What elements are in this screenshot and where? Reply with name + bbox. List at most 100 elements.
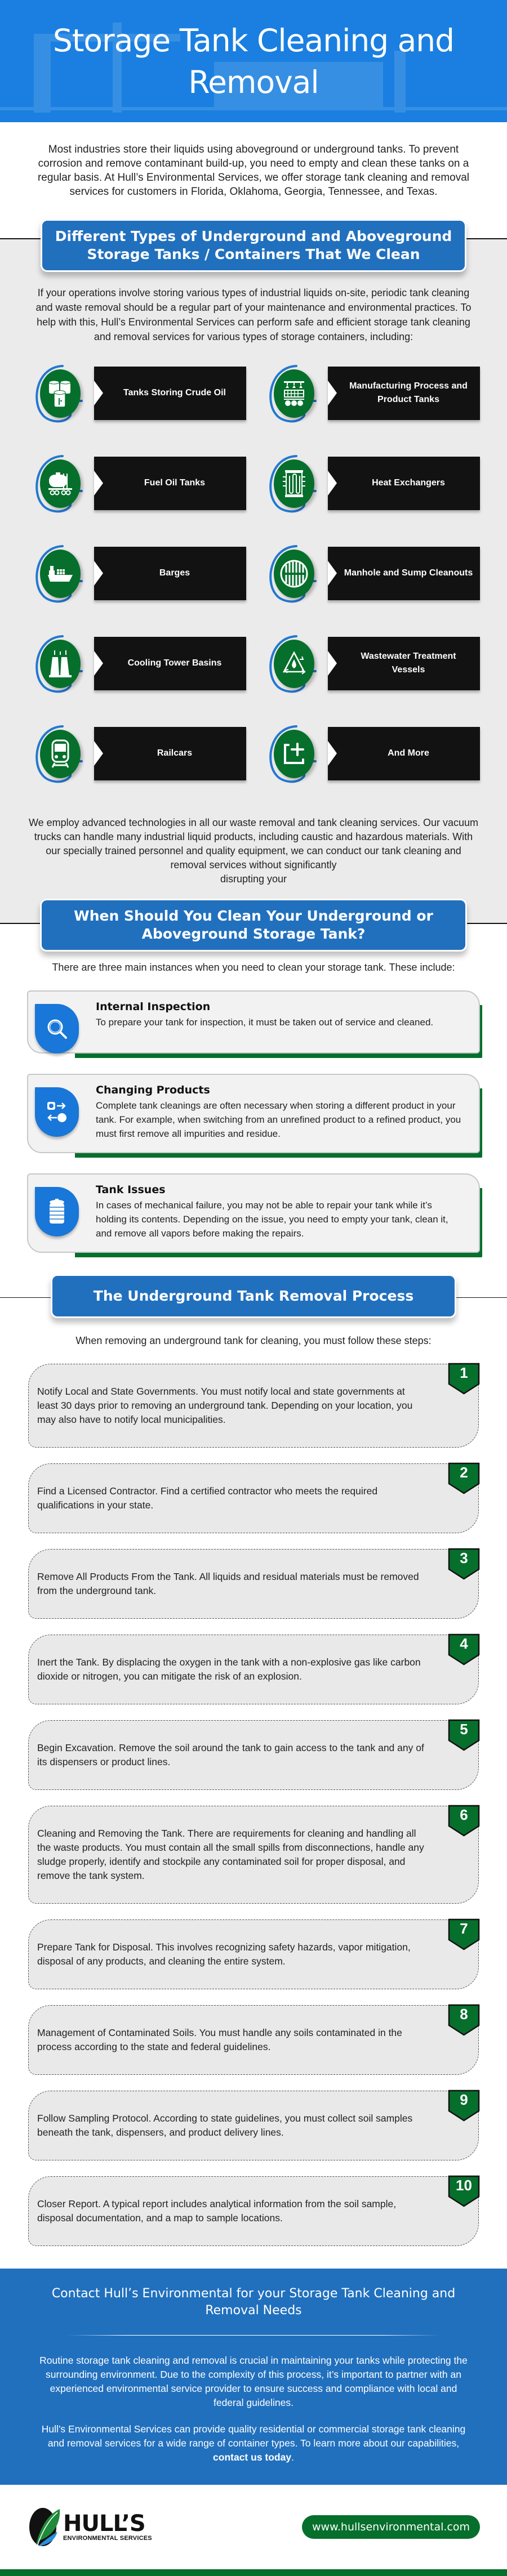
heat-exchanger-icon <box>274 459 314 508</box>
barge-icon <box>40 550 81 598</box>
card-title: Tank Issues <box>96 1184 166 1196</box>
add-more-icon <box>274 730 314 778</box>
contact-divider <box>68 2335 439 2336</box>
logo-wordmark: HULL’S <box>63 2511 146 2537</box>
process-step: 1 Notify Local and State Governments. You… <box>28 1363 480 1448</box>
tank-type-label: Fuel Oil Tanks <box>94 456 246 510</box>
contact-section: Contact Hull’s Environmental for your St… <box>0 2269 507 2485</box>
icon-badge <box>31 632 94 695</box>
technologies-text-tail: disrupting your <box>220 873 287 885</box>
tank-type-label: And More <box>328 726 480 780</box>
card-text: To prepare your tank for inspection, it … <box>96 1017 434 1028</box>
water-recycle-icon <box>274 640 314 688</box>
cooling-tower-icon <box>40 640 81 688</box>
step-text: Begin Excavation. Remove the soil around… <box>37 1742 424 1767</box>
footer: HULL’S ENVIRONMENTAL SERVICES www.hullse… <box>0 2485 507 2569</box>
icon-badge <box>31 452 94 515</box>
step-text: Find a Licensed Contractor. Find a certi… <box>37 1485 378 1511</box>
step-number: 6 <box>460 1806 468 1823</box>
step-number-badge: 3 <box>448 1548 480 1580</box>
tank-types-heading: Different Types of Underground and Above… <box>41 219 466 272</box>
step-text: Closer Report. A typical report includes… <box>37 2198 397 2224</box>
tank-icon <box>35 1187 79 1236</box>
process-step: 7 Prepare Tank for Disposal. This involve… <box>28 1918 480 1989</box>
tank-type-item: Barges <box>31 542 246 604</box>
page-title: Storage Tank Cleaning and Removal <box>52 22 455 100</box>
step-text: Prepare Tank for Disposal. This involves… <box>37 1941 411 1967</box>
step-number-badge: 8 <box>448 2004 480 2036</box>
process-heading: The Underground Tank Removal Process <box>51 1274 456 1318</box>
oil-tanks-icon <box>40 369 81 418</box>
when-intro: There are three main instances when you … <box>52 962 455 973</box>
process-step: 6 Cleaning and Removing the Tank. There a… <box>28 1805 480 1904</box>
company-logo: HULL’S ENVIRONMENTAL SERVICES <box>28 2507 152 2547</box>
website-link-button[interactable]: www.hullsenvironmental.com <box>302 2515 480 2539</box>
step-number-badge: 4 <box>448 1633 480 1666</box>
icon-badge <box>265 722 328 785</box>
contact-heading: Contact Hull’s Environmental for your St… <box>51 2287 456 2318</box>
step-text: Management of Contaminated Soils. You mu… <box>37 2027 402 2052</box>
logo-subtitle: ENVIRONMENTAL SERVICES <box>63 2535 152 2542</box>
process-step: 10 Closer Report. A typical report includ… <box>28 2175 480 2246</box>
when-section: There are three main instances when you … <box>0 957 507 1257</box>
tank-type-label: Manufacturing Process and Product Tanks <box>328 366 480 420</box>
step-number: 5 <box>460 1721 468 1738</box>
tank-type-label: Manhole and Sump Cleanouts <box>328 546 480 600</box>
when-card: Internal Inspection To prepare your tank … <box>27 990 482 1058</box>
intro-paragraph: Most industries store their liquids usin… <box>37 144 470 198</box>
infographic-page: Storage Tank Cleaning and Removal Most i… <box>0 0 507 2576</box>
process-step: 9 Follow Sampling Protocol. According to … <box>28 2090 480 2160</box>
contact-paragraph-2: Hull’s Environmental Services can provid… <box>41 2423 466 2463</box>
process-intro: When removing an underground tank for cl… <box>75 1335 432 1346</box>
card-body: Changing Products Complete tank cleanings… <box>27 1074 480 1153</box>
step-number: 8 <box>460 2006 468 2023</box>
process-step: 4 Inert the Tank. By displacing the oxyge… <box>28 1633 480 1704</box>
technologies-paragraph: We employ advanced technologies in all o… <box>0 784 507 899</box>
card-text: In cases of mechanical failure, you may … <box>96 1200 448 1239</box>
swap-icon <box>35 1087 79 1137</box>
icon-badge <box>265 542 328 605</box>
step-number: 1 <box>460 1364 468 1381</box>
tank-type-item: Fuel Oil Tanks <box>31 452 246 514</box>
technologies-text: We employ advanced technologies in all o… <box>28 817 479 870</box>
train-icon <box>40 730 81 778</box>
step-number: 2 <box>460 1464 468 1481</box>
step-text: Follow Sampling Protocol. According to s… <box>37 2113 413 2138</box>
step-number: 10 <box>456 2177 472 2194</box>
footer-strip <box>0 2569 507 2576</box>
icon-badge <box>265 361 328 425</box>
contact-us-link[interactable]: contact us today <box>213 2452 291 2463</box>
icon-badge <box>265 632 328 695</box>
card-body: Tank Issues In cases of mechanical failur… <box>27 1173 480 1253</box>
manhole-icon <box>274 550 314 598</box>
step-text: Cleaning and Removing the Tank. There ar… <box>37 1828 424 1881</box>
leaf-logo-icon <box>29 2508 60 2547</box>
when-heading: When Should You Clean Your Underground o… <box>40 899 467 952</box>
tank-types-intro: If your operations involve storing vario… <box>35 287 472 342</box>
tank-type-item: Wastewater Treatment Vessels <box>265 632 480 694</box>
tank-type-label: Railcars <box>94 726 246 780</box>
step-number-badge: 2 <box>448 1462 480 1494</box>
process-step: 2 Find a Licensed Contractor. Find a cert… <box>28 1462 480 1533</box>
tank-type-label: Heat Exchangers <box>328 456 480 510</box>
step-number-badge: 5 <box>448 1719 480 1751</box>
contact-paragraph-1: Routine storage tank cleaning and remova… <box>39 2355 468 2408</box>
step-number: 4 <box>460 1635 468 1652</box>
step-number: 7 <box>460 1920 468 1937</box>
process-section: The Underground Tank Removal Process Whe… <box>0 1273 507 2246</box>
hero-banner: Storage Tank Cleaning and Removal <box>0 0 507 122</box>
factory-tanks-icon <box>274 369 314 418</box>
section-heading-wrap: The Underground Tank Removal Process <box>0 1273 507 1324</box>
step-number: 3 <box>460 1550 468 1566</box>
process-step: 5 Begin Excavation. Remove the soil aroun… <box>28 1719 480 1790</box>
tank-type-item: Manufacturing Process and Product Tanks <box>265 362 480 424</box>
step-text: Inert the Tank. By displacing the oxygen… <box>37 1657 421 1682</box>
process-step: 8 Management of Contaminated Soils. You m… <box>28 2004 480 2075</box>
section-heading-wrap: When Should You Clean Your Underground o… <box>0 899 507 957</box>
step-text: Remove All Products From the Tank. All l… <box>37 1571 419 1596</box>
tank-type-item: Railcars <box>31 722 246 784</box>
section-heading-wrap: Different Types of Underground and Above… <box>0 213 507 272</box>
steps-list: 1 Notify Local and State Governments. You… <box>0 1363 507 2246</box>
when-card: Changing Products Complete tank cleanings… <box>27 1074 482 1158</box>
tank-type-item: Heat Exchangers <box>265 452 480 514</box>
